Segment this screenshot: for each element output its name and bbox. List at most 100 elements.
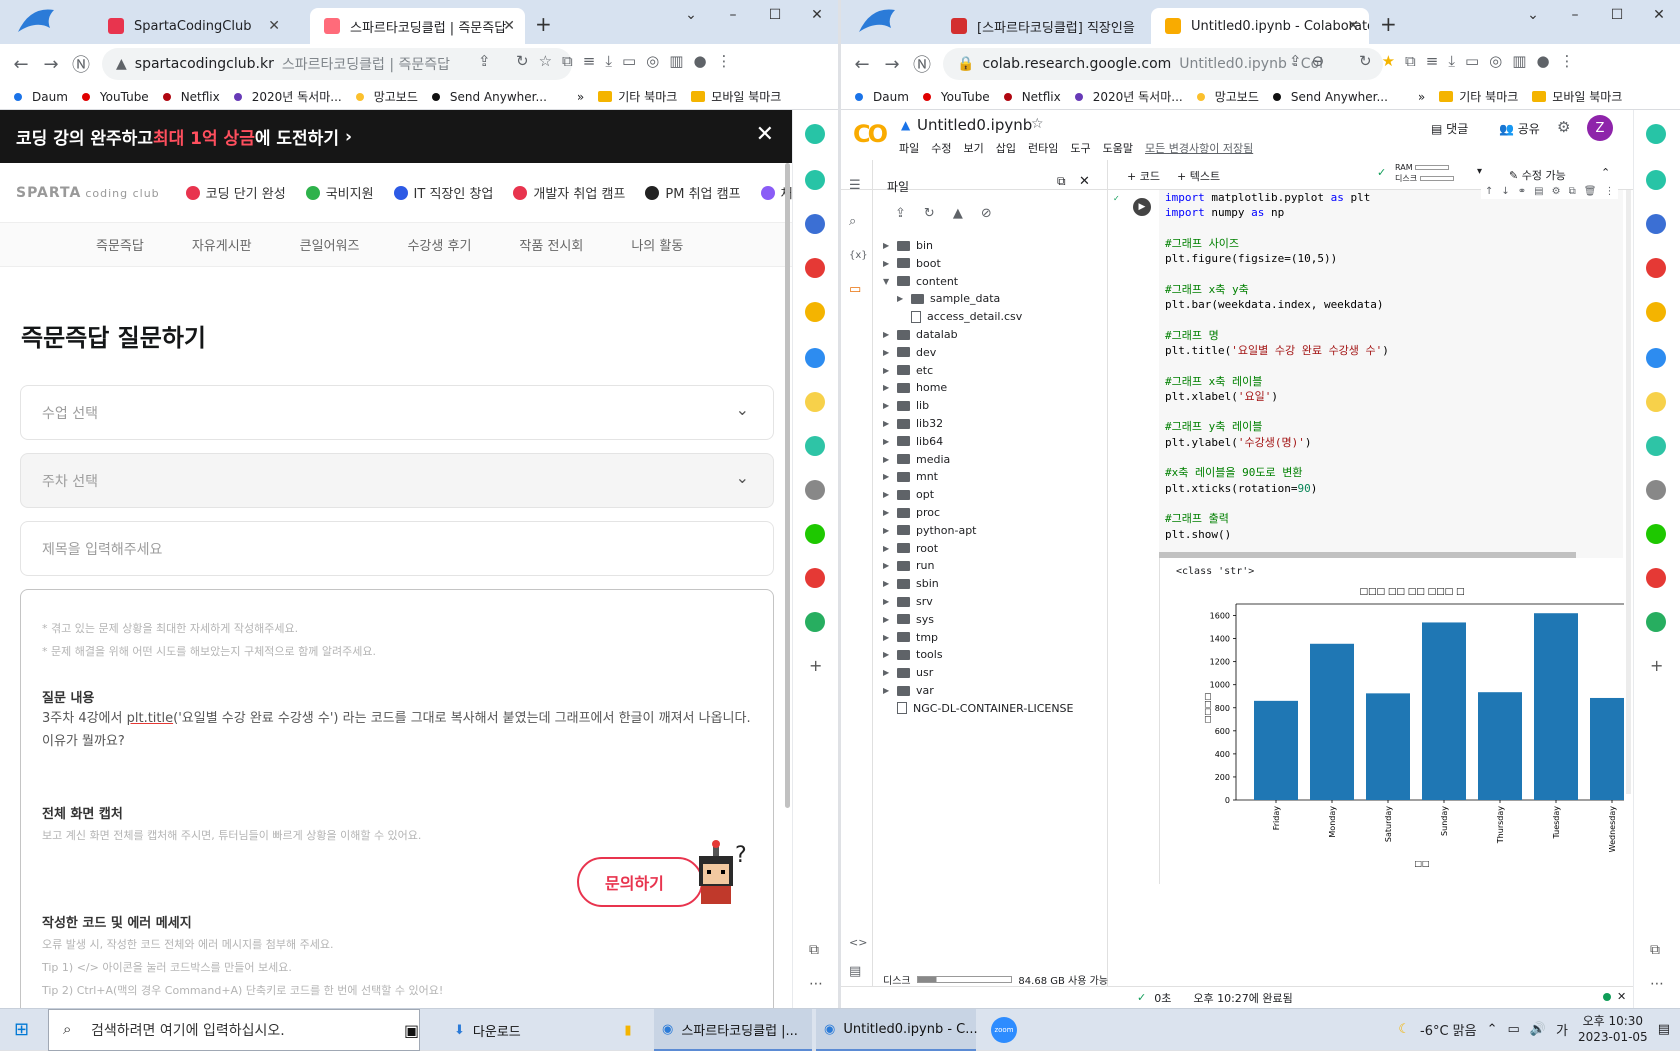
extensions-icon[interactable]: ⧉ (1405, 52, 1416, 70)
favorites-icon[interactable]: ☆ (539, 52, 552, 70)
chevron-right-icon[interactable]: ▶ (883, 615, 897, 624)
run-cell-icon[interactable]: ▶ (1133, 198, 1151, 216)
resource-dropdown-icon[interactable]: ▾ (1477, 166, 1482, 177)
subnav-qna[interactable]: 즉문즉답 (96, 235, 144, 254)
tree-folder[interactable]: ▶ dev (883, 343, 936, 362)
add-code-button[interactable]: + 코드 (1127, 168, 1160, 184)
edit-mode-button[interactable]: ✎ 수정 가능 (1509, 167, 1566, 183)
close-tab-icon[interactable]: ✕ (268, 18, 280, 34)
favorites-icon[interactable]: ★ (1382, 52, 1395, 70)
sidebar-add-icon[interactable]: + (1650, 656, 1663, 675)
sidebar-notes-icon[interactable] (1646, 392, 1666, 412)
menu-edit[interactable]: 수정 (931, 140, 951, 156)
chevron-right-icon[interactable]: ▶ (897, 294, 911, 303)
tree-folder[interactable]: ▶ datalab (883, 325, 958, 344)
chevron-right-icon[interactable]: ▶ (883, 401, 897, 410)
back-icon[interactable]: ← (6, 54, 36, 75)
promo-banner[interactable]: 코딩 강의 완주하고 최대 1억 상금 에 도전하기 › ✕ (0, 110, 792, 163)
nav-coding-short[interactable]: 코딩 단기 완성 (185, 183, 286, 202)
lock-icon[interactable]: 🔒 (957, 56, 974, 72)
close-tab-icon[interactable]: ✕ (503, 18, 515, 34)
tree-folder[interactable]: ▼ content (883, 272, 958, 291)
tree-folder[interactable]: ▶ mnt (883, 467, 938, 486)
chevron-right-icon[interactable]: ▶ (883, 259, 897, 268)
sidebar-character-icon[interactable] (1646, 480, 1666, 500)
minimize-icon[interactable]: – (712, 2, 754, 28)
share-icon[interactable]: ⇪ (478, 52, 491, 70)
taskbar-edge-colab[interactable]: ◉ Untitled0.ipynb - C... (816, 1009, 978, 1051)
sidebar-external-icon[interactable]: ⧉ (1650, 942, 1660, 958)
maximize-icon[interactable]: ☐ (754, 2, 796, 28)
more-cell-icon[interactable]: ⋮ (1604, 186, 1614, 197)
chevron-right-icon[interactable]: ▶ (883, 686, 897, 695)
nav-dev-camp[interactable]: 개발자 취업 캠프 (513, 183, 625, 202)
menu-tools[interactable]: 도구 (1070, 140, 1090, 156)
week-select[interactable]: 주차 선택 ⌄ (20, 453, 774, 508)
taskbar-app-icon[interactable]: ▮ (608, 1009, 648, 1051)
search-icon[interactable]: ⌕ (849, 214, 856, 229)
close-status-icon[interactable]: ✕ (1617, 990, 1626, 1003)
menu-help[interactable]: 도움말 (1103, 140, 1133, 156)
settings-gear-icon[interactable]: ⚙ (1557, 118, 1570, 136)
sidebar-how-icon[interactable] (805, 568, 825, 588)
menu-insert[interactable]: 삽입 (996, 140, 1016, 156)
subnav-free-board[interactable]: 자유게시판 (192, 235, 252, 254)
clock[interactable]: 오후 10:30 2023-01-05 (1578, 1013, 1648, 1045)
chevron-right-icon[interactable]: ▶ (883, 490, 897, 499)
taskbar-zoom[interactable]: zoom (984, 1009, 1024, 1051)
tree-folder[interactable]: ▶ lib (883, 396, 929, 415)
bookmark-folder-other[interactable]: 기타 북마크 (598, 88, 677, 105)
move-up-icon[interactable]: ↑ (1485, 186, 1493, 197)
sparta-logo[interactable]: SPARTA coding club (16, 185, 160, 201)
tree-folder[interactable]: ▶ python-apt (883, 521, 976, 540)
tree-folder[interactable]: ▶ run (883, 556, 934, 575)
menu-icon[interactable]: ⋮ (1560, 52, 1575, 70)
open-in-tab-icon[interactable]: ⧉ (1057, 174, 1066, 189)
tree-folder[interactable]: ▶ opt (883, 485, 934, 504)
profile-avatar-icon[interactable]: ● (1536, 52, 1549, 70)
forward-icon[interactable]: → (877, 54, 907, 75)
forward-icon[interactable]: → (36, 54, 66, 75)
sidebar-character-icon[interactable] (805, 480, 825, 500)
bookmark-youtube[interactable]: YouTube (922, 90, 990, 104)
tree-folder[interactable]: ▶ sample_data (897, 289, 1000, 308)
sidebar-app-icon[interactable] (805, 124, 825, 144)
extensions-icon[interactable]: ⧉ (562, 52, 573, 70)
comment-cell-icon[interactable]: ▤ (1534, 186, 1543, 197)
reload-icon[interactable]: ↻ (1359, 52, 1372, 70)
sidebar-app-icon[interactable] (1646, 124, 1666, 144)
bookmark-reading-2020[interactable]: 2020년 독서마... (1074, 88, 1183, 105)
sidebar-briefcase-icon[interactable] (1646, 214, 1666, 234)
bookmark-folder-mobile[interactable]: 모바일 북마크 (1532, 88, 1622, 105)
bookmarks-overflow-icon[interactable]: » (1418, 90, 1425, 104)
sidebar-icon[interactable]: ▥ (669, 52, 683, 70)
nav-gov-support[interactable]: 국비지원 (305, 183, 374, 202)
network-icon[interactable]: ▭ (1508, 1022, 1520, 1037)
subnav-showcase[interactable]: 작품 전시회 (519, 235, 583, 254)
command-palette-icon[interactable]: ▤ (849, 964, 861, 979)
resource-monitor[interactable]: RAM 디스크 (1395, 162, 1454, 184)
sidebar-edge-icon[interactable] (805, 348, 825, 368)
chevron-right-icon[interactable]: ▶ (883, 508, 897, 517)
reader-mode-icon[interactable]: Ⓝ (907, 51, 937, 77)
tree-folder[interactable]: ▶ tools (883, 645, 943, 664)
sidebar-bell-icon[interactable] (805, 170, 825, 190)
chevron-right-icon[interactable]: ▶ (883, 383, 897, 392)
bookmark-netflix[interactable]: Netflix (162, 90, 220, 104)
profile-avatar-icon[interactable]: ● (693, 52, 706, 70)
menu-file[interactable]: 파일 (899, 140, 919, 156)
chevron-right-icon[interactable]: ▶ (883, 561, 897, 570)
subnav-awards[interactable]: 큰일어워즈 (300, 235, 360, 254)
upload-file-icon[interactable]: ⇪ (895, 206, 906, 221)
address-bar[interactable]: ▲ spartacodingclub.kr 스파르타코딩클럽 | 즉문즉답 (102, 48, 572, 80)
reading-list-icon[interactable]: ≡ (583, 52, 596, 70)
notebook-scrollbar[interactable] (1626, 190, 1631, 794)
bookmark-daum[interactable]: Daum (14, 90, 68, 104)
menu-view[interactable]: 보기 (964, 140, 984, 156)
toc-icon[interactable]: ☰ (849, 178, 861, 193)
star-icon[interactable]: ☆ (1031, 116, 1044, 132)
zoom-out-icon[interactable]: ⊖ (1312, 52, 1325, 70)
tab-colab[interactable]: Untitled0.ipynb - Colaboratory ✕ (1151, 8, 1369, 44)
sidebar-star-icon[interactable] (1646, 302, 1666, 322)
tree-folder[interactable]: ▶ root (883, 539, 938, 558)
